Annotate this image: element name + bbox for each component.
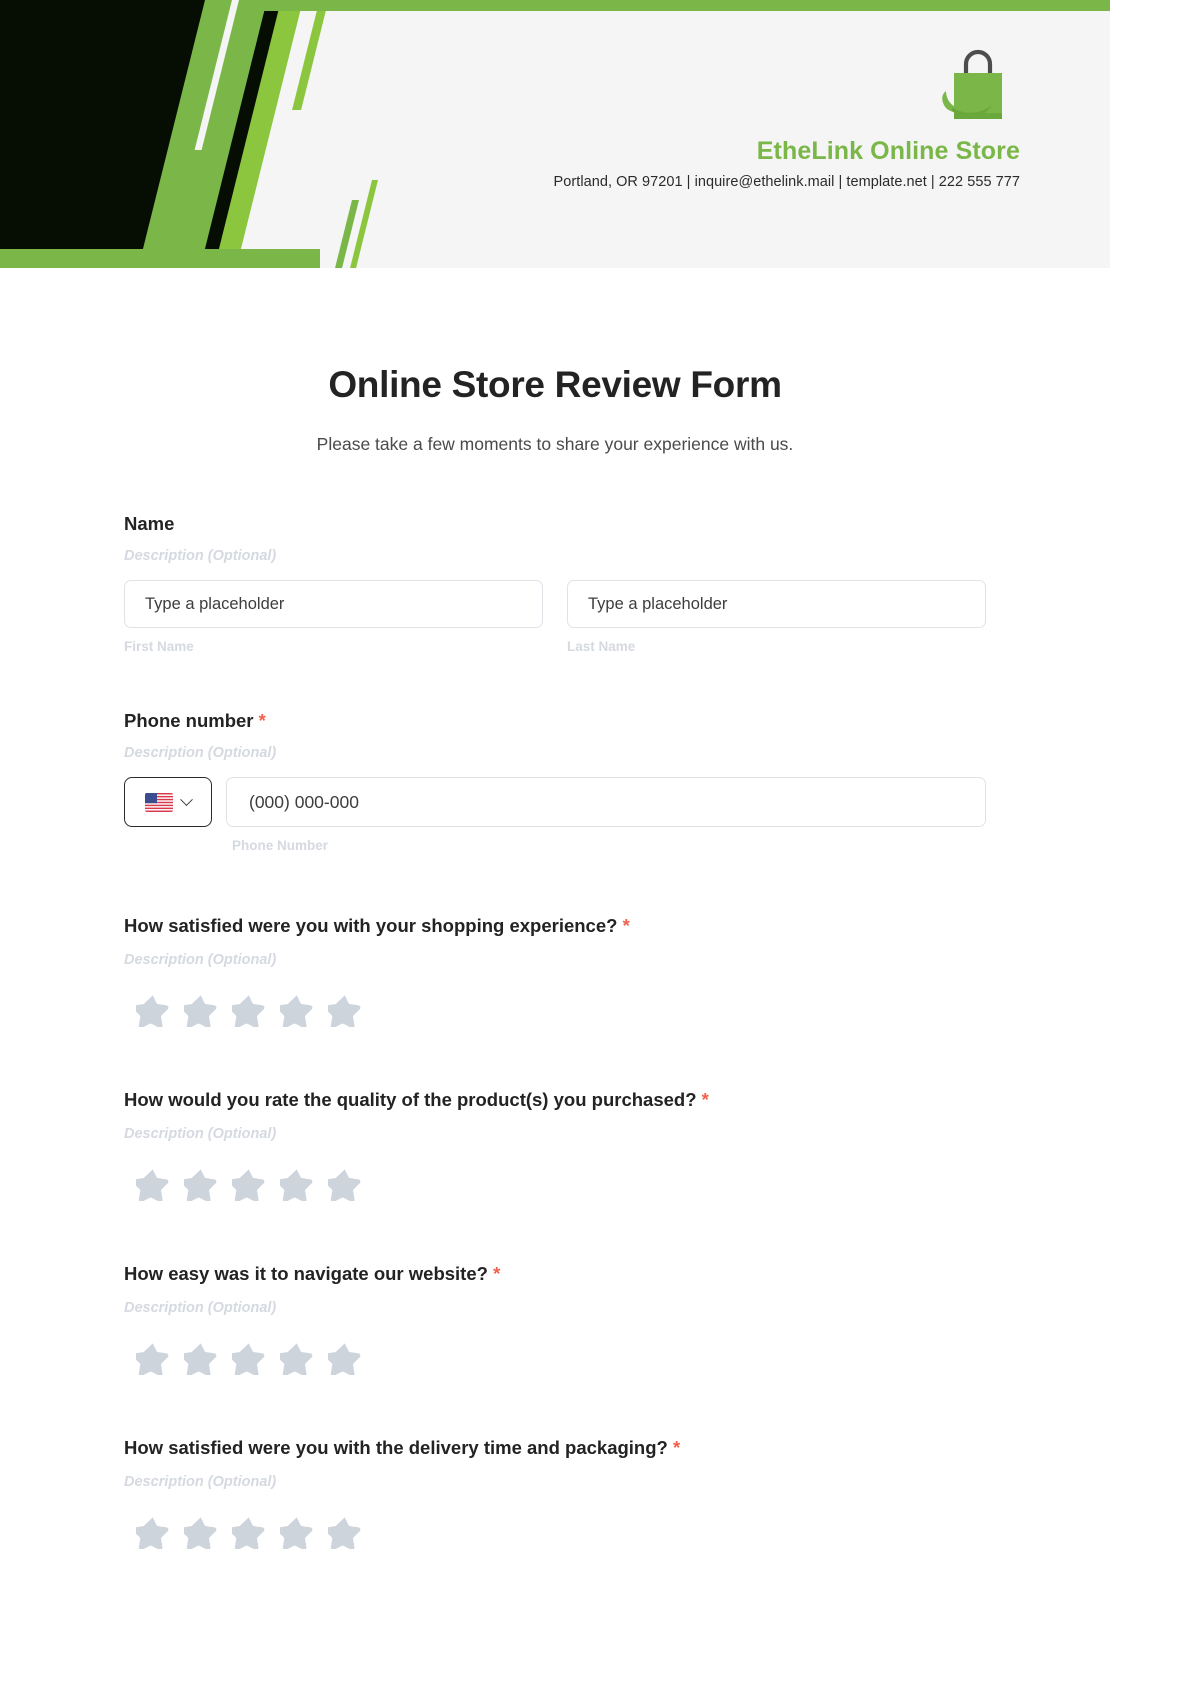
rating-question-description: Description (Optional) bbox=[124, 1126, 277, 1142]
star-icon[interactable] bbox=[232, 994, 266, 1027]
star-icon[interactable] bbox=[184, 1342, 218, 1375]
us-flag-icon bbox=[145, 792, 173, 812]
last-name-col: Last Name bbox=[567, 580, 986, 654]
star-icon[interactable] bbox=[136, 1342, 170, 1375]
star-icon[interactable] bbox=[184, 1168, 218, 1201]
field-phone-label-text: Phone number bbox=[124, 710, 254, 731]
star-icon[interactable] bbox=[136, 1516, 170, 1549]
star-icon[interactable] bbox=[328, 1342, 362, 1375]
page-title: Online Store Review Form bbox=[328, 364, 782, 405]
rating-question-1: How satisfied were you with your shoppin… bbox=[124, 915, 986, 1027]
rating-question-description: Description (Optional) bbox=[124, 1300, 277, 1316]
rating-question-text: How satisfied were you with the delivery… bbox=[124, 1437, 668, 1458]
page-header: EtheLink Online Store Portland, OR 97201… bbox=[0, 0, 1110, 268]
rating-question-label: How satisfied were you with the delivery… bbox=[124, 1437, 986, 1459]
first-name-col: First Name bbox=[124, 580, 543, 654]
star-icon[interactable] bbox=[232, 1342, 266, 1375]
shopping-bag-icon bbox=[942, 49, 1002, 119]
page-subtitle: Please take a few moments to share your … bbox=[316, 434, 794, 454]
phone-sublabel: Phone Number bbox=[232, 838, 329, 853]
phone-number-input[interactable] bbox=[226, 777, 986, 827]
field-name-label: Name bbox=[124, 513, 175, 534]
rating-question-label: How would you rate the quality of the pr… bbox=[124, 1089, 986, 1111]
required-asterisk: * bbox=[617, 915, 630, 936]
rating-question-description: Description (Optional) bbox=[124, 1474, 277, 1490]
rating-question-description: Description (Optional) bbox=[124, 952, 277, 968]
required-asterisk: * bbox=[487, 1263, 501, 1284]
rating-question-label: How easy was it to navigate our website?… bbox=[124, 1263, 986, 1285]
star-icon[interactable] bbox=[184, 994, 218, 1027]
star-rating-group bbox=[136, 994, 986, 1027]
rating-question-3: How easy was it to navigate our website?… bbox=[124, 1263, 986, 1375]
form-container: Online Store Review Form Please take a f… bbox=[0, 364, 1110, 1549]
field-name-description: Description (Optional) bbox=[124, 548, 277, 564]
rating-question-text: How would you rate the quality of the pr… bbox=[124, 1089, 697, 1110]
header-bottom-bar bbox=[0, 249, 320, 268]
country-code-select[interactable] bbox=[124, 777, 212, 827]
star-rating-group bbox=[136, 1342, 986, 1375]
star-icon[interactable] bbox=[280, 1342, 314, 1375]
star-icon[interactable] bbox=[280, 1168, 314, 1201]
star-icon[interactable] bbox=[280, 1516, 314, 1549]
required-asterisk: * bbox=[696, 1089, 709, 1110]
last-name-input[interactable] bbox=[567, 580, 986, 628]
field-phone-label: Phone number * bbox=[124, 710, 986, 732]
first-name-sublabel: First Name bbox=[124, 639, 194, 654]
star-icon[interactable] bbox=[232, 1168, 266, 1201]
field-name: Name Description (Optional) First Name L… bbox=[124, 513, 986, 654]
star-icon[interactable] bbox=[328, 1168, 362, 1201]
brand-block: EtheLink Online Store Portland, OR 97201… bbox=[400, 45, 1020, 190]
star-rating-group bbox=[136, 1168, 986, 1201]
star-icon[interactable] bbox=[280, 994, 314, 1027]
brand-name: EtheLink Online Store bbox=[756, 137, 1020, 165]
header-top-bar bbox=[250, 0, 1110, 11]
chevron-down-icon bbox=[180, 792, 193, 806]
brand-contact: Portland, OR 97201 | inquire@ethelink.ma… bbox=[553, 174, 1020, 190]
rating-question-text: How satisfied were you with your shoppin… bbox=[124, 915, 618, 936]
rating-question-4: How satisfied were you with the delivery… bbox=[124, 1437, 986, 1549]
required-asterisk: * bbox=[667, 1437, 681, 1458]
first-name-input[interactable] bbox=[124, 580, 543, 628]
field-phone: Phone number * Description (Optional) (0… bbox=[124, 710, 986, 853]
star-icon[interactable] bbox=[328, 1516, 362, 1549]
phone-row bbox=[124, 777, 986, 827]
field-phone-description: Description (Optional) bbox=[124, 745, 277, 761]
last-name-sublabel: Last Name bbox=[567, 639, 636, 654]
star-icon[interactable] bbox=[136, 1168, 170, 1201]
rating-question-text: How easy was it to navigate our website? bbox=[124, 1263, 488, 1284]
star-rating-group bbox=[136, 1516, 986, 1549]
name-inputs-row: First Name Last Name bbox=[124, 580, 986, 654]
star-icon[interactable] bbox=[184, 1516, 218, 1549]
required-asterisk: * bbox=[258, 710, 266, 731]
logo bbox=[400, 45, 1020, 131]
ratings-section: How satisfied were you with your shoppin… bbox=[124, 915, 986, 1549]
star-icon[interactable] bbox=[232, 1516, 266, 1549]
star-icon[interactable] bbox=[328, 994, 362, 1027]
rating-question-2: How would you rate the quality of the pr… bbox=[124, 1089, 986, 1201]
rating-question-label: How satisfied were you with your shoppin… bbox=[124, 915, 986, 937]
star-icon[interactable] bbox=[136, 994, 170, 1027]
